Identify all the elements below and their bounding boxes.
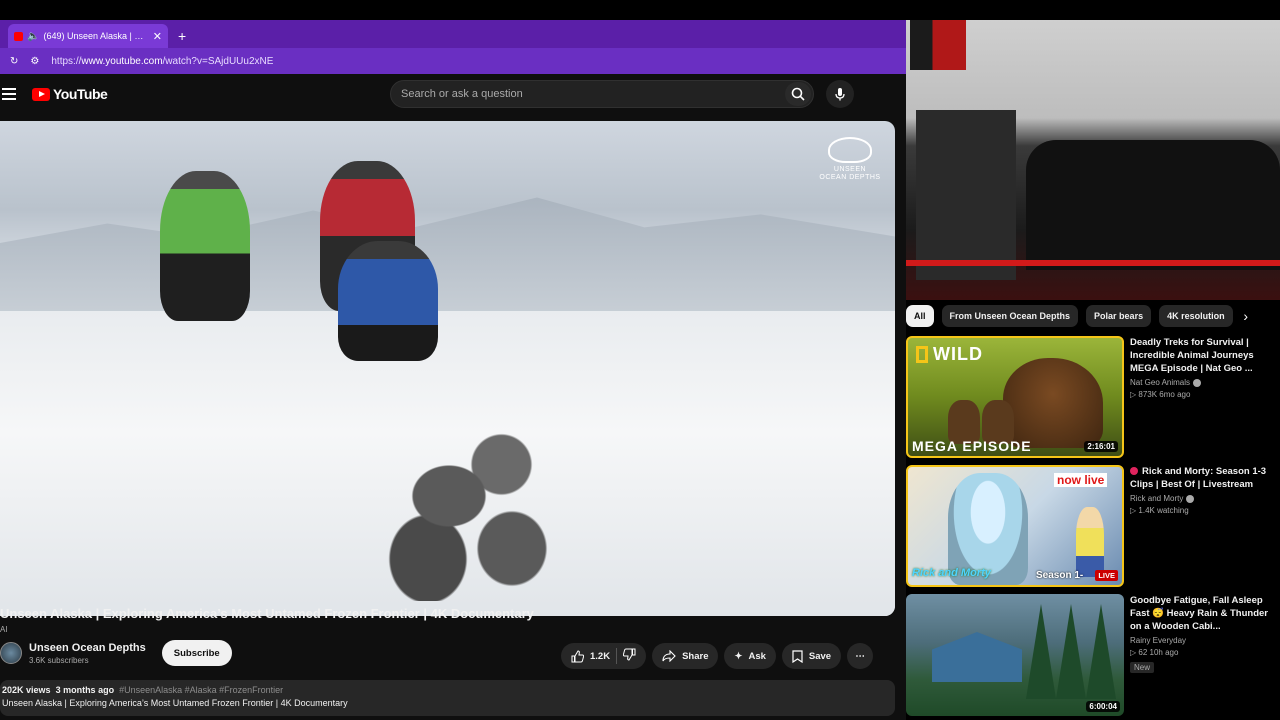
youtube-header: YouTube Search or ask a question — [0, 74, 906, 114]
sparkle-icon: ✦ — [734, 650, 743, 662]
play-count-icon: ▷ — [1130, 648, 1137, 657]
subscriber-count: 3.6K subscribers — [29, 655, 89, 665]
url-field[interactable]: https://www.youtube.com/watch?v=SAjdUUu2… — [51, 56, 273, 67]
hashtags[interactable]: #UnseenAlaska #Alaska #FrozenFrontier — [119, 685, 283, 695]
reload-icon[interactable]: ↻ — [10, 56, 18, 67]
like-dislike-group: 1.2K — [561, 643, 647, 669]
list-item[interactable]: now live Rick and Morty Season 1- LIVE R… — [906, 465, 1280, 587]
tab-bar: 🔈 (649) Unseen Alaska | Explorin ✕ + — [0, 20, 906, 48]
new-tab-icon[interactable]: + — [168, 28, 196, 48]
chip-polar-bears[interactable]: Polar bears — [1086, 305, 1152, 327]
verified-icon — [1193, 378, 1202, 387]
led-strip — [906, 260, 1280, 266]
channel-watermark: UNSEEN OCEAN DEPTHS — [815, 137, 885, 183]
webcam-overlay — [906, 20, 1280, 300]
like-count: 1.2K — [590, 650, 611, 662]
subscribe-button[interactable]: Subscribe — [161, 640, 232, 666]
action-bar: 1.2K Share ✦ Ask Save ⋯ — [561, 643, 874, 669]
youtube-favicon-icon — [14, 31, 23, 41]
play-count-icon: ▷ — [1130, 506, 1137, 515]
recommendation-title[interactable]: Goodbye Fatigue, Fall Asleep Fast 😴 Heav… — [1130, 594, 1270, 633]
search-input[interactable]: Search or ask a question — [390, 80, 814, 108]
chip-all[interactable]: All — [906, 305, 934, 327]
save-button[interactable]: Save — [781, 643, 842, 669]
sled-dogs — [365, 391, 575, 601]
live-badge: LIVE — [1095, 570, 1118, 581]
share-icon — [662, 650, 676, 662]
wall-flag — [910, 20, 966, 70]
recommendation-title[interactable]: Rick and Morty: Season 1-3 Clips | Best … — [1130, 466, 1266, 490]
search-icon — [791, 87, 805, 101]
dislike-button[interactable] — [622, 648, 636, 664]
list-item[interactable]: 6:00:04 Goodbye Fatigue, Fall Asleep Fas… — [906, 594, 1280, 716]
duration-badge: 2:16:01 — [1084, 441, 1118, 452]
recommendation-title[interactable]: Deadly Treks for Survival | Incredible A… — [1130, 336, 1270, 375]
address-bar: ↻ ⚙ https://www.youtube.com/watch?v=SAjd… — [0, 48, 906, 74]
recommendations-list: WILD MEGA EPISODE 2:16:01 Deadly Treks f… — [906, 336, 1280, 720]
duration-badge: 6:00:04 — [1086, 701, 1120, 712]
microphone-icon — [835, 88, 845, 101]
filter-chips: All From Unseen Ocean Depths Polar bears… — [906, 304, 1280, 328]
recommendation-channel[interactable]: Rainy Everyday — [1130, 636, 1186, 645]
chip-from-channel[interactable]: From Unseen Ocean Depths — [941, 305, 1079, 327]
more-icon: ⋯ — [855, 650, 865, 662]
bookmark-icon — [792, 649, 803, 663]
search-button[interactable] — [785, 82, 811, 106]
cabin — [932, 632, 1022, 682]
menu-icon[interactable] — [2, 88, 16, 100]
play-count-icon: ▷ — [1130, 390, 1137, 399]
thumbs-up-icon — [571, 649, 584, 662]
more-actions-button[interactable]: ⋯ — [847, 643, 874, 669]
site-info-icon[interactable]: ⚙ — [30, 56, 39, 67]
ai-label: AI — [0, 625, 8, 634]
live-dot-icon — [1130, 467, 1138, 476]
speaker-icon[interactable]: 🔈 — [27, 31, 39, 42]
new-badge: New — [1130, 662, 1155, 673]
thumbs-down-icon — [622, 648, 636, 661]
voice-search-button[interactable] — [826, 80, 854, 108]
chip-4k-resolution[interactable]: 4K resolution — [1159, 305, 1233, 327]
share-button[interactable]: Share — [652, 643, 719, 669]
channel-avatar[interactable] — [0, 642, 22, 664]
video-thumbnail[interactable]: now live Rick and Morty Season 1- LIVE — [906, 465, 1124, 587]
ask-button[interactable]: ✦ Ask — [724, 643, 776, 669]
youtube-logo[interactable]: YouTube — [32, 86, 108, 102]
musher-green-jacket — [160, 171, 250, 321]
description-text: Unseen Alaska | Exploring America’s Most… — [2, 698, 348, 708]
youtube-play-icon — [32, 87, 50, 101]
description-box[interactable]: 202K views 3 months ago #UnseenAlaska #A… — [0, 680, 895, 716]
tab-title: (649) Unseen Alaska | Explorin — [43, 31, 148, 41]
recommendation-channel[interactable]: Nat Geo Animals — [1130, 378, 1190, 387]
video-thumbnail[interactable]: WILD MEGA EPISODE 2:16:01 — [906, 336, 1124, 458]
natgeo-frame-icon — [916, 346, 928, 363]
view-count: 202K views — [2, 685, 51, 695]
musher-blue-jacket — [338, 241, 438, 361]
upload-age: 3 months ago — [55, 685, 115, 695]
video-title: Unseen Alaska | Exploring America’s Most… — [0, 606, 534, 621]
like-button[interactable]: 1.2K — [571, 649, 611, 663]
screen: 🔈 (649) Unseen Alaska | Explorin ✕ + ↻ ⚙… — [0, 0, 1280, 720]
channel-name[interactable]: Unseen Ocean Depths — [29, 642, 146, 654]
chevron-right-icon[interactable]: › — [1243, 308, 1248, 324]
list-item[interactable]: WILD MEGA EPISODE 2:16:01 Deadly Treks f… — [906, 336, 1280, 458]
video-player[interactable]: UNSEEN OCEAN DEPTHS — [0, 121, 895, 616]
browser-tab[interactable]: 🔈 (649) Unseen Alaska | Explorin ✕ — [8, 24, 168, 48]
bed — [1026, 140, 1280, 270]
video-thumbnail[interactable]: 6:00:04 — [906, 594, 1124, 716]
close-tab-icon[interactable]: ✕ — [153, 30, 162, 43]
octopus-logo-icon — [828, 137, 872, 163]
recommendation-channel[interactable]: Rick and Morty — [1130, 494, 1183, 503]
channel-row: Unseen Ocean Depths 3.6K subscribers Sub… — [0, 640, 232, 666]
verified-icon — [1186, 494, 1195, 503]
